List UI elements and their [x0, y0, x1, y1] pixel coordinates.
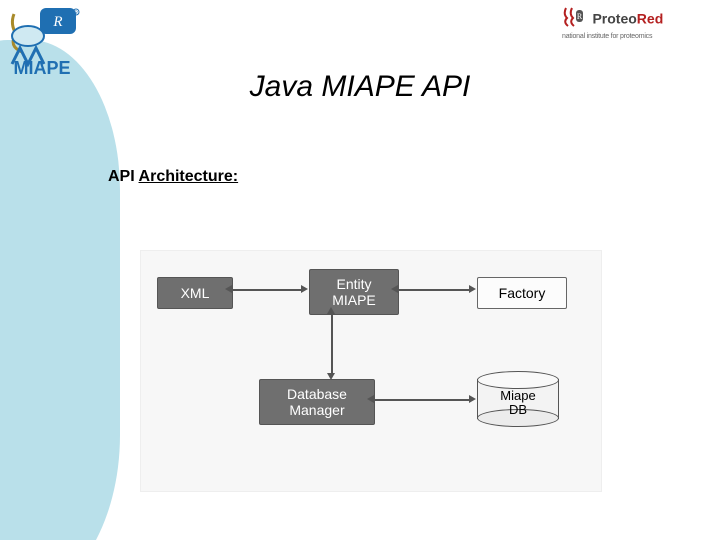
proteored-logo: R ProteoRed national institute for prote… — [562, 6, 702, 48]
connector-entity-factory — [397, 289, 469, 293]
connector-dbmgr-db — [373, 399, 469, 403]
box-xml: XML — [157, 277, 233, 309]
box-entity-miape: EntityMIAPE — [309, 269, 399, 315]
db-cylinder: MiapeDB — [477, 371, 559, 427]
arrowhead-icon — [469, 285, 476, 293]
svg-text:R: R — [74, 11, 78, 17]
svg-text:R: R — [577, 12, 583, 21]
arrowhead-icon — [469, 395, 476, 403]
arrowhead-icon — [225, 285, 232, 293]
arrowhead-icon — [327, 373, 335, 380]
miape-logo: R R MIAPE — [6, 6, 84, 80]
arrowhead-icon — [391, 285, 398, 293]
connector-xml-entity — [231, 289, 301, 293]
arrowhead-icon — [301, 285, 308, 293]
subtitle-plain: API — [108, 168, 139, 185]
box-factory: Factory — [477, 277, 567, 309]
arrowhead-icon — [367, 395, 374, 403]
arrowhead-icon — [327, 307, 335, 314]
page-title: Java MIAPE API — [0, 70, 720, 104]
subtitle-underlined: Architecture: — [139, 168, 239, 185]
proteored-subtitle: national institute for proteomics — [562, 33, 702, 40]
section-heading: API Architecture: — [108, 168, 238, 186]
db-label: MiapeDB — [477, 389, 559, 418]
proteored-brand-b: Red — [637, 11, 663, 27]
proteored-brand-a: Proteo — [592, 11, 636, 27]
box-database-manager: DatabaseManager — [259, 379, 375, 425]
connector-entity-dbmgr — [331, 313, 335, 373]
architecture-diagram: XML EntityMIAPE Factory DatabaseManager … — [140, 250, 602, 492]
svg-text:R: R — [52, 14, 62, 30]
background-shape — [0, 40, 120, 540]
